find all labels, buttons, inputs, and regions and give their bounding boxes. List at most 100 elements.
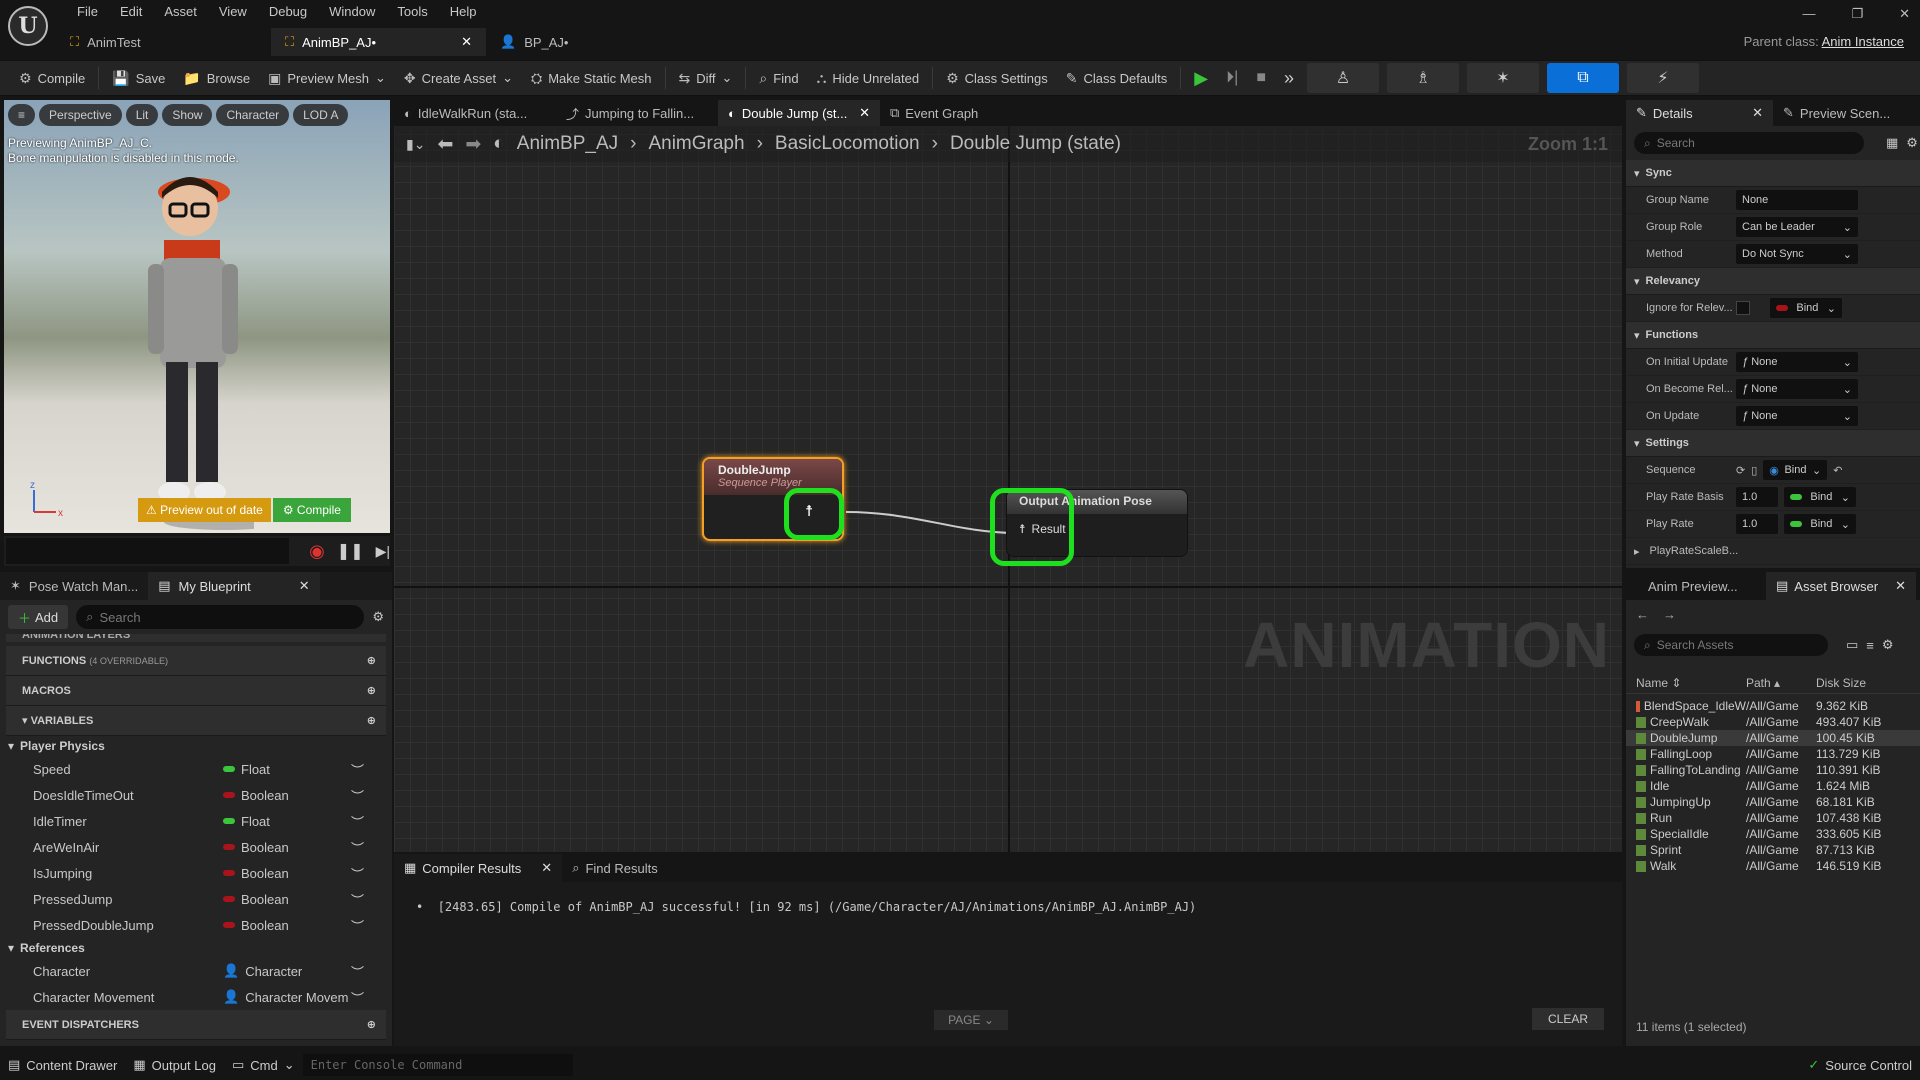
find-button[interactable]: ⌕ Find	[750, 63, 807, 93]
play-rate-basis-bind[interactable]: Bind ⌄	[1784, 487, 1856, 507]
variable-row[interactable]: Character 👤 Character ︶	[0, 958, 392, 984]
section-settings[interactable]: ▾ Settings	[1626, 430, 1920, 457]
reset-icon[interactable]: ↶	[1833, 464, 1842, 477]
step-forward-icon[interactable]: ▶|	[376, 543, 390, 560]
breadcrumb-item[interactable]: Double Jump (state)	[950, 133, 1121, 155]
animation-layers-section-clipped[interactable]: ANIMATION LAYERS	[6, 634, 386, 642]
eye-icon[interactable]: ︶	[351, 812, 364, 831]
method-dropdown[interactable]: Do Not Sync ⌄	[1736, 244, 1858, 264]
variable-row[interactable]: IdleTimer Float ︶	[0, 808, 392, 834]
variable-row[interactable]: PressedDoubleJump Boolean ︶	[0, 912, 392, 938]
eye-icon[interactable]: ︶	[351, 988, 364, 1007]
macros-section[interactable]: MACROS ⊕	[6, 676, 386, 706]
graph-tab[interactable]: ⧉ Event Graph	[880, 100, 1042, 126]
output-pose-pin-icon[interactable]: ☨	[805, 502, 813, 520]
close-icon[interactable]: ✕	[859, 105, 870, 121]
variable-type[interactable]: Float	[223, 762, 351, 777]
tab-pose-watch[interactable]: ✶ Pose Watch Man...	[0, 572, 148, 600]
sequence-bind-dropdown[interactable]: ◉ Bind ⌄	[1763, 460, 1828, 480]
asset-row[interactable]: Idle/All/Game 1.624 MiB	[1626, 778, 1920, 794]
stop-button[interactable]: ■	[1247, 63, 1275, 93]
variable-type[interactable]: Boolean	[223, 918, 351, 933]
tab-find-results[interactable]: ⌕ Find Results	[562, 854, 668, 882]
cmd-dropdown[interactable]: ▭ Cmd ⌄	[224, 1050, 303, 1080]
asset-row[interactable]: Sprint/All/Game 87.713 KiB	[1626, 842, 1920, 858]
blueprint-mode-button[interactable]: ⧉	[1547, 63, 1619, 93]
bookmark-icon[interactable]: ▮⌄	[406, 136, 425, 153]
category-references[interactable]: ▾ References	[0, 938, 392, 958]
grid-view-icon[interactable]: ▦	[1886, 135, 1898, 151]
on-update-dropdown[interactable]: ƒ None ⌄	[1736, 406, 1858, 426]
document-tab[interactable]: ⛶ AnimBP_AJ• ✕	[271, 28, 486, 56]
back-arrow-icon[interactable]: ←	[1636, 607, 1649, 622]
gear-icon[interactable]: ⚙	[1882, 637, 1894, 653]
variable-row[interactable]: DoesIdleTimeOut Boolean ︶	[0, 782, 392, 808]
skeleton-mode-button[interactable]: ♙	[1307, 63, 1379, 93]
more-options-button[interactable]: »	[1275, 63, 1303, 93]
play-rate-basis-field[interactable]: 1.0	[1736, 487, 1778, 507]
asset-row[interactable]: Run/All/Game 107.438 KiB	[1626, 810, 1920, 826]
mesh-mode-button[interactable]: ♗	[1387, 63, 1459, 93]
make-static-mesh-button[interactable]: ⛭ Make Static Mesh	[522, 63, 661, 93]
eye-icon[interactable]: ︶	[351, 962, 364, 981]
ignore-checkbox[interactable]	[1736, 301, 1750, 315]
on-initial-update-dropdown[interactable]: ƒ None ⌄	[1736, 352, 1858, 372]
variable-type[interactable]: Boolean	[223, 866, 351, 881]
pause-icon[interactable]: ❚❚	[337, 541, 364, 561]
hide-unrelated-button[interactable]: ⛬ Hide Unrelated	[808, 63, 929, 93]
browse-asset-icon[interactable]: ▯	[1751, 464, 1757, 477]
variable-type[interactable]: Boolean	[223, 840, 351, 855]
page-button[interactable]: PAGE ⌄	[934, 1010, 1008, 1030]
timeline-field[interactable]	[6, 538, 290, 564]
record-icon[interactable]: ◉	[309, 541, 325, 562]
eye-icon[interactable]: ︶	[351, 916, 364, 935]
back-arrow-icon[interactable]: ⬅	[437, 133, 453, 156]
close-icon[interactable]: ✕	[541, 860, 552, 876]
close-icon[interactable]: ✕	[1895, 578, 1906, 594]
tab-compiler-results[interactable]: ▦ Compiler Results ✕	[394, 854, 563, 882]
column-name[interactable]: Name ⇕	[1636, 676, 1746, 690]
play-rate-field[interactable]: 1.0	[1736, 514, 1778, 534]
diff-button[interactable]: ⇆ Diff ⌄	[670, 63, 742, 93]
tab-anim-preview[interactable]: Anim Preview...	[1626, 572, 1766, 600]
animation-mode-button[interactable]: ✶	[1467, 63, 1539, 93]
variable-row[interactable]: Speed Float ︶	[0, 756, 392, 782]
details-search-input[interactable]: ⌕ Search	[1634, 132, 1864, 154]
variable-row[interactable]: PressedJump Boolean ︶	[0, 886, 392, 912]
asset-row[interactable]: CreepWalk/All/Game 493.407 KiB	[1626, 714, 1920, 730]
menu-item-help[interactable]: Help	[439, 4, 488, 19]
filter-icon[interactable]: ≡	[1866, 638, 1874, 653]
play-button[interactable]: ▶	[1185, 63, 1217, 93]
column-disk-size[interactable]: Disk Size	[1816, 676, 1866, 690]
variable-type[interactable]: 👤 Character	[223, 963, 351, 979]
folder-icon[interactable]: ▭	[1846, 637, 1858, 653]
browse-button[interactable]: 📁 Browse	[174, 63, 259, 93]
menu-item-debug[interactable]: Debug	[258, 4, 318, 19]
gear-icon[interactable]: ⚙	[372, 609, 384, 625]
asset-row[interactable]: FallingToLanding/All/Game 110.391 KiB	[1626, 762, 1920, 778]
add-dispatcher-icon[interactable]: ⊕	[367, 1018, 376, 1031]
eye-icon[interactable]: ︶	[351, 786, 364, 805]
restore-icon[interactable]: ❐	[1851, 6, 1863, 22]
graph-tab[interactable]: ◐ IdleWalkRun (sta...	[394, 100, 556, 126]
category-player-physics[interactable]: ▾ Player Physics	[0, 736, 392, 756]
parent-class-link[interactable]: Anim Instance	[1822, 34, 1904, 49]
eye-icon[interactable]: ︶	[351, 760, 364, 779]
content-drawer-button[interactable]: ▤ Content Drawer	[0, 1050, 125, 1080]
eye-icon[interactable]: ︶	[351, 890, 364, 909]
bind-dropdown[interactable]: Bind ⌄	[1770, 298, 1842, 318]
class-defaults-button[interactable]: ✎ Class Defaults	[1057, 63, 1177, 93]
column-path[interactable]: Path ▴	[1746, 676, 1816, 690]
close-icon[interactable]: ✕	[1899, 6, 1910, 22]
event-dispatchers-section[interactable]: EVENT DISPATCHERS ⊕	[6, 1010, 386, 1040]
source-control-button[interactable]: ✓ Source Control	[1800, 1050, 1920, 1080]
tab-details[interactable]: ✎ Details ✕	[1626, 100, 1773, 126]
section-sync[interactable]: ▾ Sync	[1626, 160, 1920, 187]
gear-icon[interactable]: ⚙	[1906, 135, 1918, 151]
variable-row[interactable]: Character Movement 👤 Character Movem ︶	[0, 984, 392, 1010]
clear-button[interactable]: CLEAR	[1532, 1008, 1604, 1030]
menu-item-tools[interactable]: Tools	[386, 4, 438, 19]
add-button[interactable]: ＋ Add	[8, 605, 69, 629]
menu-item-edit[interactable]: Edit	[109, 4, 153, 19]
variables-section[interactable]: ▾ VARIABLES ⊕	[6, 706, 386, 736]
